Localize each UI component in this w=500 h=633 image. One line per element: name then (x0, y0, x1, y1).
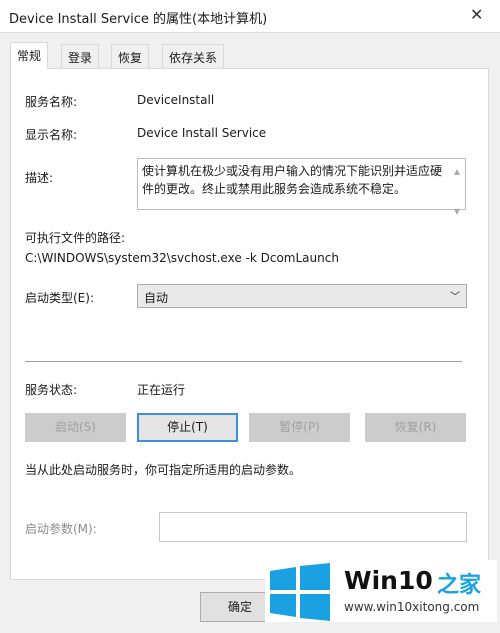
watermark-url: www.win10xitong.com (344, 600, 480, 614)
tab-panel (10, 68, 489, 580)
hint-text: 当从此处启动服务时，你可指定所适用的启动参数。 (25, 463, 302, 477)
tab-logon[interactable]: 登录 (61, 44, 100, 68)
description-label: 描述: (25, 171, 54, 185)
resume-button[interactable]: 恢复(R) (365, 413, 466, 442)
tab-general[interactable]: 常规 (10, 42, 49, 69)
watermark-logo: Win10 之家 www.win10xitong.com (265, 560, 497, 622)
close-icon[interactable]: ✕ (470, 5, 483, 24)
param-input[interactable] (159, 512, 467, 542)
stop-button[interactable]: 停止(T) (137, 413, 238, 442)
service-name-label: 服务名称: (25, 95, 78, 109)
tab-dependencies[interactable]: 依存关系 (162, 44, 225, 68)
pause-button[interactable]: 暂停(P) (249, 413, 350, 442)
scrollbar[interactable]: ▲ ▼ (449, 159, 465, 216)
display-name-value: Device Install Service (137, 126, 267, 140)
startup-type-select[interactable]: 自动 ﹀ (137, 284, 467, 308)
display-name-label: 显示名称: (25, 128, 78, 142)
start-button[interactable]: 启动(S) (25, 413, 126, 442)
status-value: 正在运行 (137, 383, 186, 397)
tab-recovery[interactable]: 恢复 (111, 44, 150, 68)
windows-logo-icon (270, 563, 330, 621)
chevron-down-icon: ﹀ (450, 292, 460, 303)
service-name-value: DeviceInstall (137, 93, 215, 107)
startup-type-label: 启动类型(E): (25, 291, 94, 305)
watermark-brand: Win10 (344, 566, 433, 595)
description-text: 使计算机在极少或没有用户输入的情况下能识别并适应硬件的更改。终止或禁用此服务会造… (142, 164, 443, 196)
startup-type-value: 自动 (144, 291, 169, 305)
path-value: C:\WINDOWS\system32\svchost.exe -k DcomL… (25, 251, 339, 265)
title-bar: Device Install Service 的属性(本地计算机) ✕ (0, 0, 500, 33)
param-label: 启动参数(M): (25, 522, 97, 536)
status-label: 服务状态: (25, 383, 78, 397)
watermark-brand-cn: 之家 (437, 573, 482, 598)
window-title: Device Install Service 的属性(本地计算机) (9, 12, 268, 27)
path-label: 可执行文件的路径: (25, 231, 126, 245)
description-box[interactable]: 使计算机在极少或没有用户输入的情况下能识别并适应硬件的更改。终止或禁用此服务会造… (137, 158, 466, 216)
divider (25, 361, 462, 362)
